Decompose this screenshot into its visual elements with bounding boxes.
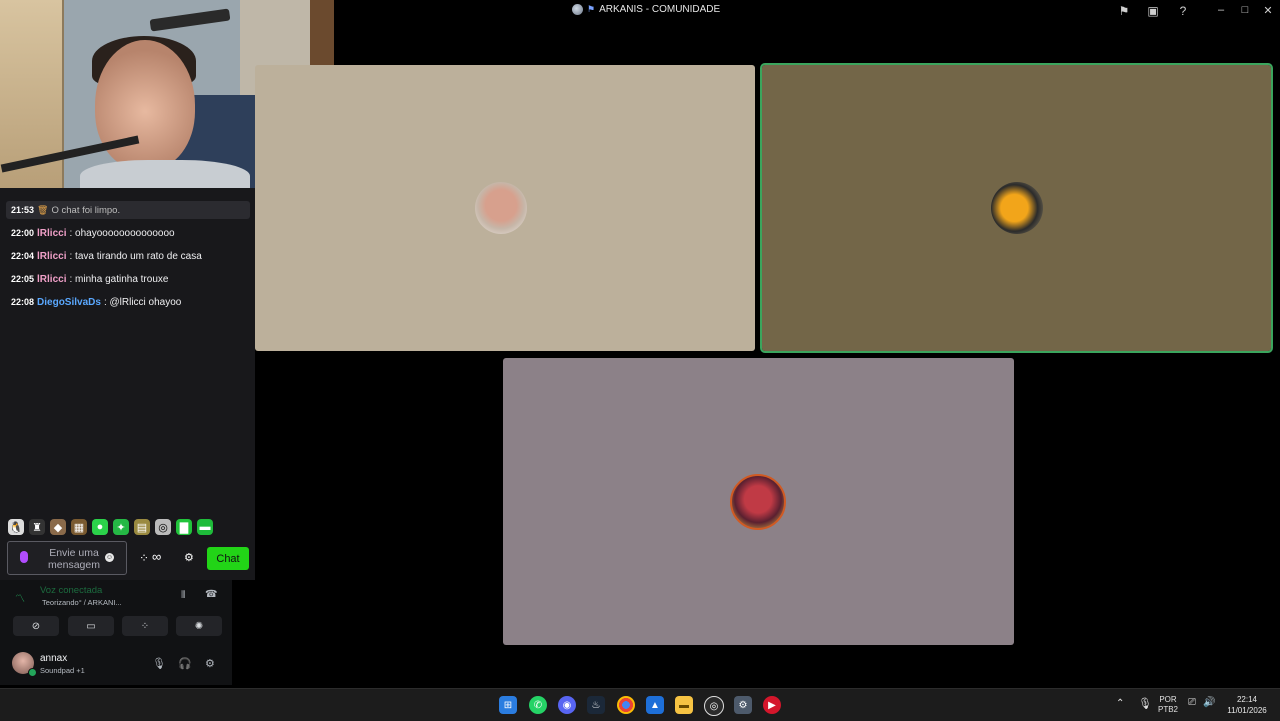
- screen-share-icon: ▭: [86, 620, 96, 632]
- flag-icon[interactable]: ⚑: [1116, 3, 1132, 19]
- window-title-text: ARKANIS - COMUNIDADE: [599, 4, 721, 15]
- camera-off-button[interactable]: ⊘: [13, 616, 59, 636]
- emote-icon[interactable]: ✦: [113, 519, 129, 535]
- video-tile-speaking[interactable]: [760, 63, 1273, 353]
- server-icon: ⚑: [587, 4, 596, 14]
- activities-button[interactable]: ⁘: [122, 616, 168, 636]
- chat-username[interactable]: lRlicci: [37, 274, 66, 285]
- emote-icon[interactable]: ◎: [155, 519, 171, 535]
- chat-username[interactable]: lRlicci: [37, 228, 66, 239]
- user-area: annax Soundpad +1 🎙 🎧 ⚙: [0, 648, 232, 682]
- chat-message: 22:00 lRlicci: ohayoooooooooooooo: [11, 227, 175, 239]
- voice-channel[interactable]: Teorizando° / ARKANI...: [42, 598, 122, 607]
- globe-icon: [572, 4, 583, 15]
- voice-status: Voz conectada: [40, 585, 103, 596]
- mute-icon[interactable]: 🎙: [152, 657, 166, 670]
- emote-icon[interactable]: ▇: [176, 519, 192, 535]
- participant-avatar: [475, 182, 527, 234]
- video-tile[interactable]: [503, 358, 1014, 645]
- signal-icon[interactable]: 〽: [15, 590, 25, 605]
- trash-icon: 🗑: [37, 204, 49, 215]
- maximize-button[interactable]: □: [1234, 2, 1256, 18]
- microphone-icon[interactable]: [20, 551, 28, 563]
- username[interactable]: annax: [40, 653, 67, 664]
- participant-avatar: [730, 474, 786, 530]
- chat-message-input[interactable]: Envie uma mensagem ☺: [7, 541, 127, 575]
- obs-icon[interactable]: ◎: [704, 696, 724, 716]
- emote-icon[interactable]: ●: [92, 519, 108, 535]
- screen-share-button[interactable]: ▭: [68, 616, 114, 636]
- soundboard-button[interactable]: ✺: [176, 616, 222, 636]
- user-status: Soundpad +1: [40, 666, 85, 675]
- emote-icon[interactable]: ▤: [134, 519, 150, 535]
- window-title: ⚑ ARKANIS - COMUNIDADE: [572, 4, 720, 15]
- chat-message: 22:05 lRlicci: minha gatinha trouxe: [11, 273, 169, 285]
- emote-icon[interactable]: 🐧: [8, 519, 24, 535]
- chat-send-button[interactable]: Chat: [207, 547, 249, 570]
- soundboard-icon: ✺: [194, 620, 204, 632]
- emote-icon[interactable]: ▦: [71, 519, 87, 535]
- camera-off-icon: ⊘: [31, 620, 41, 632]
- volume-icon[interactable]: 🔊: [1203, 697, 1215, 708]
- voice-panel: 〽 Voz conectada Teorizando° / ARKANI... …: [0, 580, 232, 685]
- system-clock[interactable]: 22:14 11/01/2026: [1222, 694, 1272, 716]
- disconnect-icon[interactable]: ☎: [205, 589, 217, 600]
- emote-icon[interactable]: ◆: [50, 519, 66, 535]
- inbox-icon[interactable]: ▣: [1145, 3, 1161, 19]
- chat-message: 22:04 lRlicci: tava tirando um rato de c…: [11, 250, 202, 262]
- media-player-icon[interactable]: ▶: [763, 696, 781, 714]
- chat-message: 22:08 DiegoSilvaDs: @lRlicci ohayoo: [11, 296, 182, 308]
- chevron-up-icon[interactable]: ⌃: [1116, 698, 1124, 709]
- online-status-dot: [28, 668, 37, 677]
- language-indicator[interactable]: POR PTB2: [1158, 695, 1178, 715]
- emote-icon[interactable]: ♜: [29, 519, 45, 535]
- photos-icon[interactable]: ▲: [646, 696, 664, 714]
- minimize-button[interactable]: –: [1210, 2, 1232, 18]
- user-settings-icon[interactable]: ⚙: [205, 657, 215, 670]
- chat-username[interactable]: lRlicci: [37, 251, 66, 262]
- noise-suppression-icon[interactable]: ⦀: [181, 590, 185, 601]
- taskbar: ⊞ ✆ ◉ ♨ ▲ ▬ ◎ ⚙ ▶ ⌃ 🎙 POR PTB2 ⎚ 🔊 22:14…: [0, 688, 1280, 721]
- headphones-icon[interactable]: 🎧: [178, 657, 192, 670]
- file-explorer-icon[interactable]: ▬: [675, 696, 693, 714]
- participant-avatar: [991, 182, 1043, 234]
- close-button[interactable]: ✕: [1257, 2, 1279, 18]
- emote-icon[interactable]: ▬: [197, 519, 213, 535]
- steam-icon[interactable]: ♨: [587, 696, 605, 714]
- infinity-icon[interactable]: ∞: [152, 549, 161, 564]
- chat-username[interactable]: DiegoSilvaDs: [37, 297, 101, 308]
- whatsapp-icon[interactable]: ✆: [529, 696, 547, 714]
- video-tile[interactable]: [255, 65, 755, 351]
- discord-icon[interactable]: ◉: [558, 696, 576, 714]
- settings-icon[interactable]: ⚙: [734, 696, 752, 714]
- channel-points-icon[interactable]: ⁘: [139, 551, 149, 565]
- activities-icon: ⁘: [140, 620, 150, 632]
- help-icon[interactable]: ?: [1175, 3, 1191, 19]
- gear-icon[interactable]: ⚙: [184, 551, 194, 564]
- emoji-icon[interactable]: ☺: [105, 553, 114, 562]
- chat-system-message: 21:53 🗑 O chat foi limpo.: [6, 201, 250, 219]
- microphone-tray-icon[interactable]: 🎙: [1138, 697, 1152, 710]
- network-icon[interactable]: ⎚: [1188, 697, 1196, 708]
- chrome-icon[interactable]: [617, 696, 635, 714]
- emote-bar: 🐧 ♜ ◆ ▦ ● ✦ ▤ ◎ ▇ ▬: [8, 519, 213, 535]
- start-icon[interactable]: ⊞: [499, 696, 517, 714]
